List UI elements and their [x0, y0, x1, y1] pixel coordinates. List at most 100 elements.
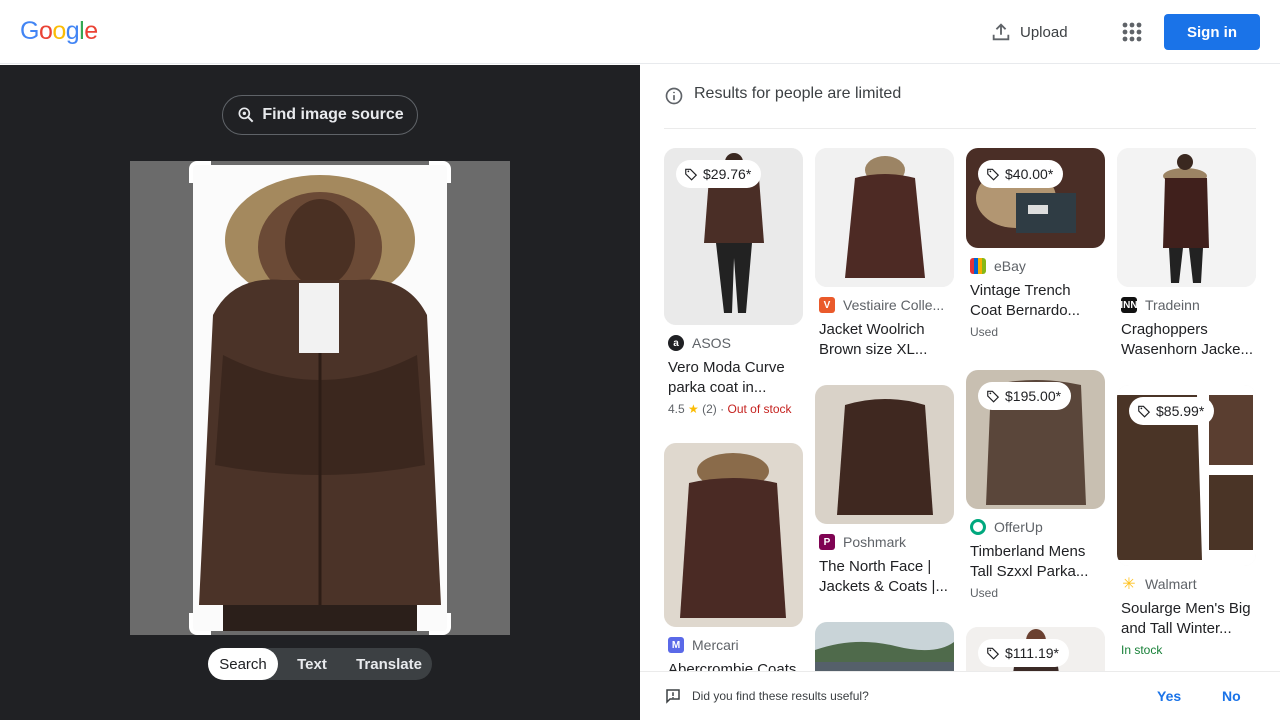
result-card[interactable]: P Poshmark The North Face | Jackets & Co… — [815, 385, 954, 597]
source-name: Tradeinn — [1145, 297, 1200, 313]
stock-status: Out of stock — [727, 402, 792, 416]
crop-handle-top-left[interactable] — [189, 161, 211, 183]
query-image-pane: Find image source Search Text Translate — [0, 65, 640, 720]
feedback-question: Did you find these results useful? — [692, 689, 869, 703]
feedback-yes-button[interactable]: Yes — [1157, 688, 1181, 704]
price-value: $111.19* — [1005, 645, 1059, 661]
result-thumbnail[interactable]: $29.76* — [664, 148, 803, 325]
source-name: ASOS — [692, 335, 731, 351]
result-card[interactable]: $85.99* ✳ Walmart Soularge Men's Big and… — [1117, 385, 1256, 657]
result-meta: Used — [970, 586, 999, 600]
result-card[interactable]: INN Tradeinn Craghoppers Wasenhorn Jacke… — [1117, 148, 1256, 360]
source-name: Walmart — [1145, 576, 1197, 592]
result-title[interactable]: The North Face | Jackets & Coats |... — [815, 557, 954, 597]
result-title[interactable]: Vero Moda Curve parka coat in... — [664, 358, 803, 398]
results-pane: Results for people are limited $29.76* a… — [640, 65, 1280, 720]
mercari-favicon-icon: M — [668, 637, 684, 653]
star-icon: ★ — [688, 402, 699, 416]
result-title[interactable]: Timberland Mens Tall Szxxl Parka... — [966, 542, 1105, 582]
notice-text: Results for people are limited — [694, 85, 902, 102]
result-title[interactable]: Soularge Men's Big and Tall Winter... — [1117, 599, 1256, 639]
find-image-source-button[interactable]: Find image source — [222, 95, 418, 135]
review-count: (2) — [702, 402, 717, 416]
source-name: Mercari — [692, 637, 739, 653]
mode-translate-tab[interactable]: Translate — [346, 648, 432, 680]
result-title[interactable]: Vintage Trench Coat Bernardo... — [966, 281, 1105, 321]
source-name: OfferUp — [994, 519, 1043, 535]
result-source: eBay — [966, 258, 1105, 274]
result-source: V Vestiaire Colle... — [815, 297, 954, 313]
result-source: ✳ Walmart — [1117, 576, 1256, 592]
crop-handle-bottom-left[interactable] — [189, 613, 211, 635]
result-card[interactable]: M Mercari Abercrombie Coats &... — [664, 443, 803, 700]
result-card[interactable]: V Vestiaire Colle... Jacket Woolrich Bro… — [815, 148, 954, 360]
ebay-favicon-icon — [970, 258, 986, 274]
result-thumbnail[interactable]: $40.00* — [966, 148, 1105, 248]
crop-handle-bottom-right[interactable] — [429, 613, 451, 635]
tradeinn-favicon-icon: INN — [1120, 297, 1138, 313]
result-card[interactable]: $29.76* a ASOS Vero Moda Curve parka coa… — [664, 148, 803, 416]
parka-photo — [193, 165, 447, 631]
source-name: eBay — [994, 258, 1026, 274]
price-tag: $111.19* — [978, 639, 1069, 667]
source-name: Poshmark — [843, 534, 907, 550]
result-title[interactable]: Craghoppers Wasenhorn Jacke... — [1117, 320, 1256, 360]
price-tag: $40.00* — [978, 160, 1064, 188]
result-source: INN Tradeinn — [1117, 297, 1256, 313]
google-logo[interactable]: Google — [20, 17, 98, 46]
result-thumbnail[interactable] — [1117, 148, 1256, 287]
asos-favicon-icon: a — [668, 335, 684, 351]
price-tag: $195.00* — [978, 382, 1072, 410]
poshmark-favicon-icon: P — [819, 534, 835, 550]
price-value: $195.00* — [1005, 388, 1062, 404]
result-card[interactable]: $40.00* eBay Vintage Trench Coat Bernard… — [966, 148, 1105, 339]
logo-letter: g — [65, 17, 80, 45]
logo-letter: G — [20, 17, 39, 45]
price-tag-icon — [685, 168, 698, 181]
feedback-bar: Did you find these results useful? Yes N… — [640, 671, 1280, 720]
result-source: OfferUp — [966, 519, 1105, 535]
selected-crop-area[interactable] — [193, 165, 447, 631]
mode-switcher: Search Text Translate — [208, 648, 432, 680]
result-thumbnail[interactable]: $85.99* — [1117, 385, 1256, 566]
logo-letter: o — [52, 17, 66, 45]
upload-label: Upload — [1020, 23, 1068, 41]
result-meta: Used — [970, 325, 999, 339]
result-meta: 4.5 ★ (2) · Out of stock — [668, 402, 792, 416]
result-thumbnail[interactable] — [664, 443, 803, 627]
offerup-favicon-icon — [970, 519, 986, 535]
price-value: $40.00* — [1005, 166, 1054, 182]
result-thumbnail[interactable]: $195.00* — [966, 370, 1105, 509]
info-icon — [665, 87, 683, 105]
result-card[interactable]: $195.00* OfferUp Timberland Mens Tall Sz… — [966, 370, 1105, 600]
result-thumbnail[interactable] — [815, 148, 954, 287]
upload-button[interactable]: Upload — [990, 18, 1068, 46]
sign-in-button[interactable]: Sign in — [1164, 14, 1260, 50]
logo-letter: o — [38, 17, 53, 45]
price-tag-icon — [987, 390, 1000, 403]
price-tag-icon — [987, 647, 1000, 660]
feedback-no-button[interactable]: No — [1222, 688, 1241, 704]
apps-grid-icon[interactable] — [1118, 18, 1146, 46]
price-value: $85.99* — [1156, 403, 1205, 419]
price-tag-icon — [987, 168, 1000, 181]
result-thumbnail[interactable] — [815, 385, 954, 524]
stock-status: In stock — [1121, 643, 1163, 657]
top-header: Google Upload Sign in — [0, 0, 1280, 64]
result-source: P Poshmark — [815, 534, 954, 550]
results-notice: Results for people are limited — [664, 85, 1256, 129]
rating-value: 4.5 — [668, 402, 685, 416]
visual-matches-grid: $29.76* a ASOS Vero Moda Curve parka coa… — [664, 148, 1264, 698]
vestiaire-favicon-icon: V — [819, 297, 835, 313]
upload-icon — [992, 23, 1010, 41]
result-title[interactable]: Jacket Woolrich Brown size XL... — [815, 320, 954, 360]
find-image-source-label: Find image source — [262, 106, 404, 123]
walmart-spark-icon: ✳ — [1122, 576, 1136, 592]
price-tag: $29.76* — [676, 160, 762, 188]
lens-search-icon — [238, 107, 254, 123]
mode-search-tab[interactable]: Search — [208, 648, 278, 680]
crop-handle-top-right[interactable] — [429, 161, 451, 183]
source-name: Vestiaire Colle... — [843, 297, 945, 313]
result-source: a ASOS — [664, 335, 803, 351]
mode-text-tab[interactable]: Text — [278, 648, 346, 680]
